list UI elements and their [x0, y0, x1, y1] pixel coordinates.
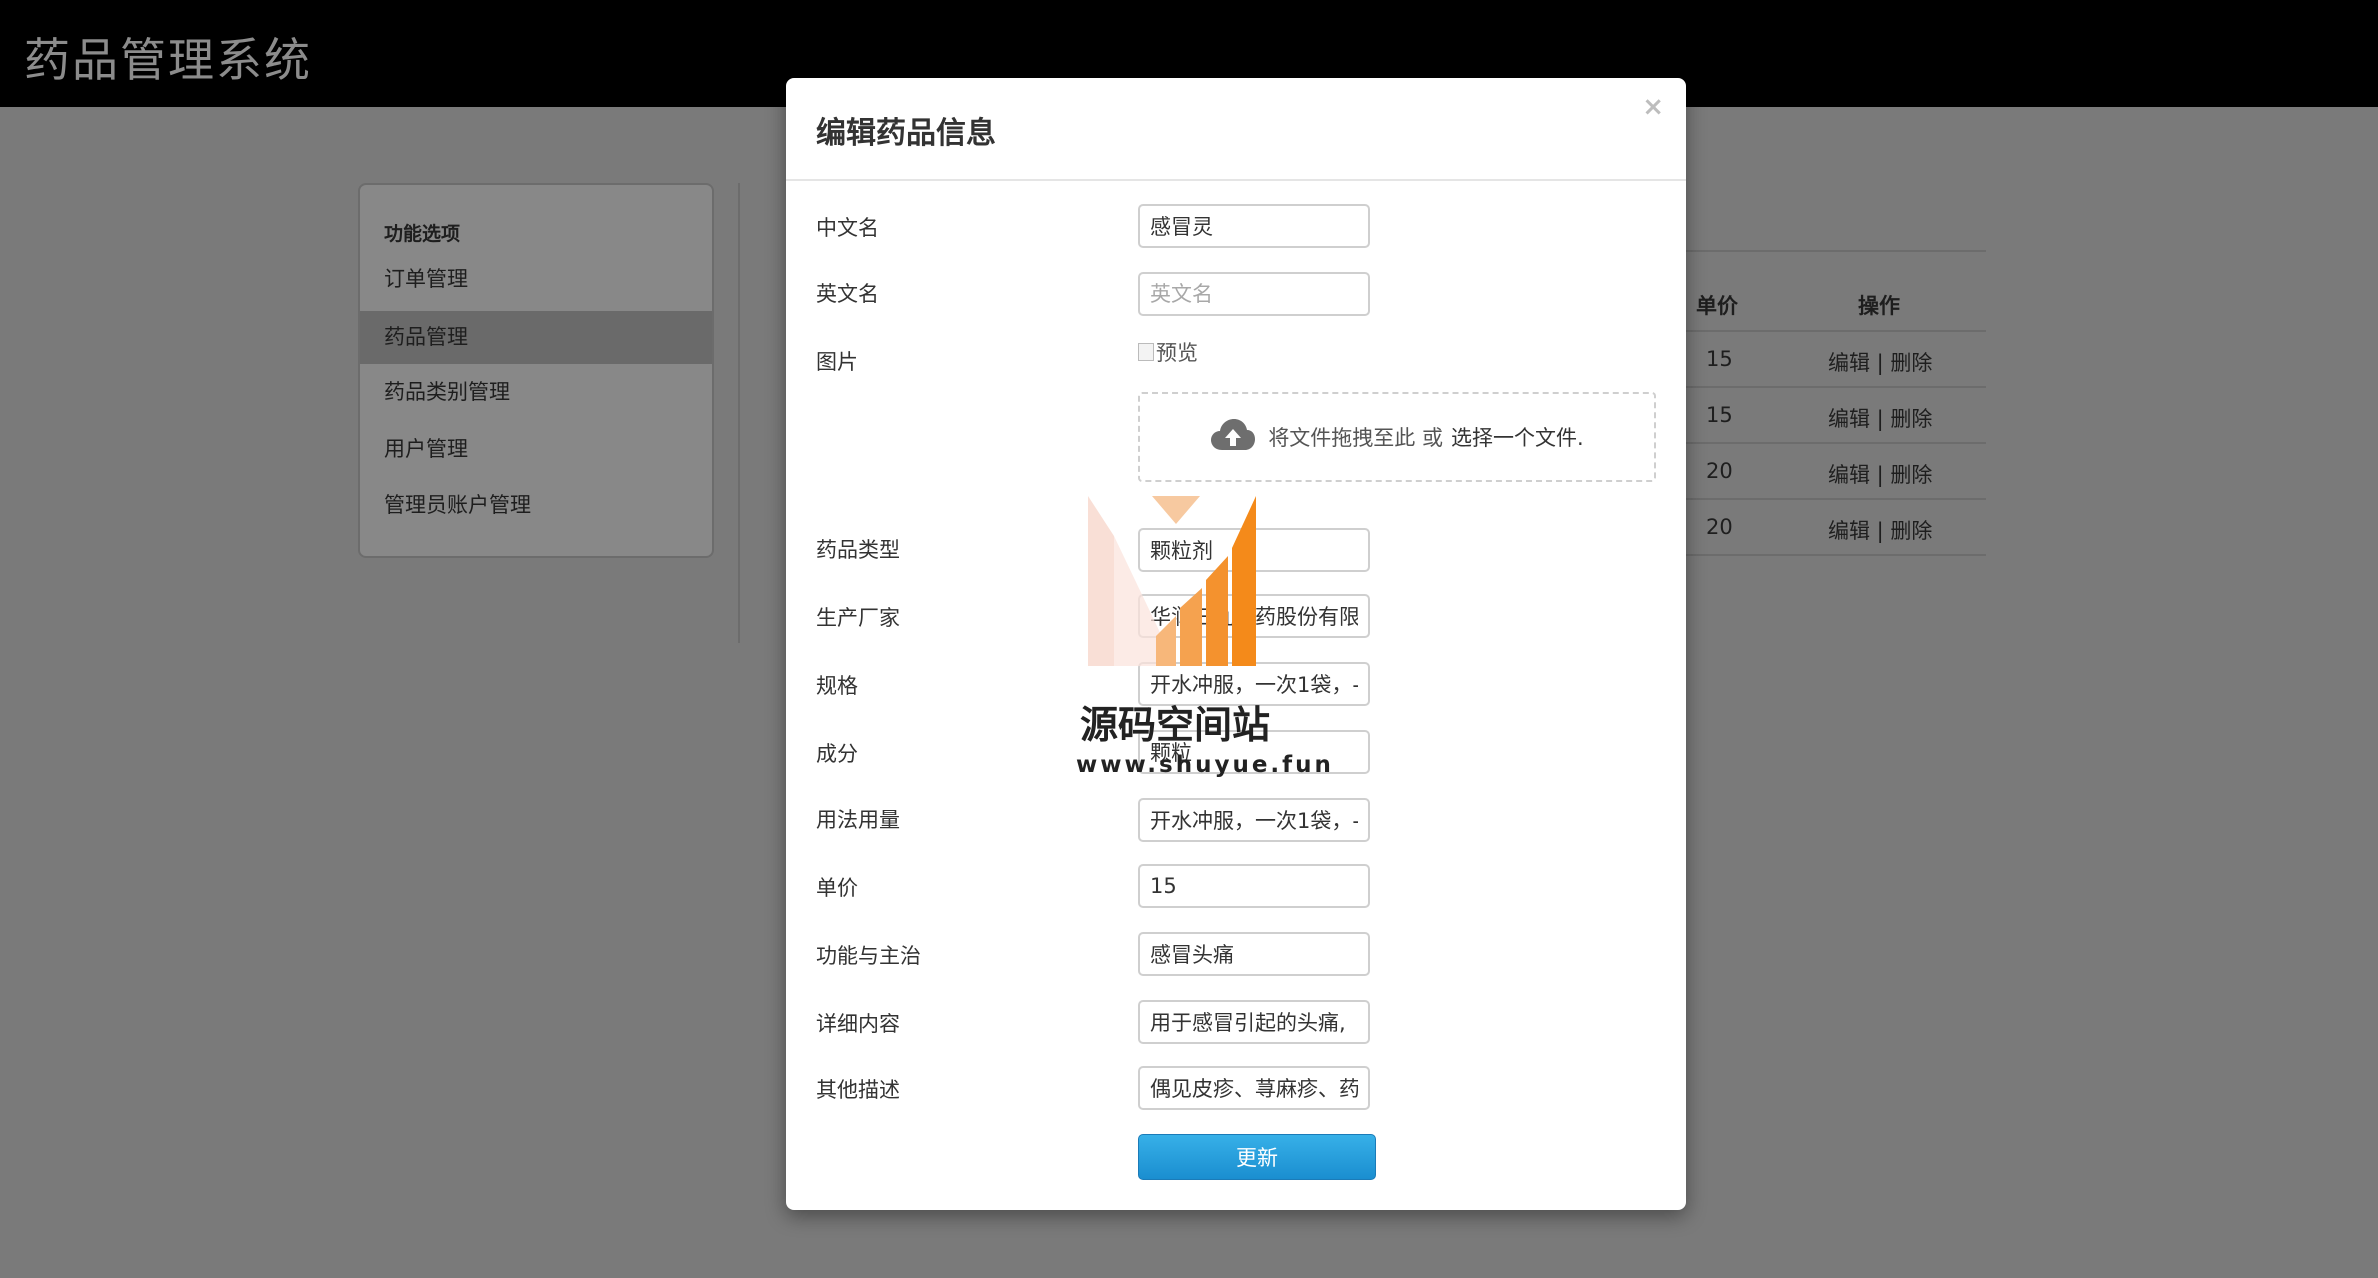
sidebar-item-drug-categories[interactable]: 药品类别管理 — [360, 366, 712, 419]
row-actions[interactable]: 编辑 | 删除 — [1828, 347, 1932, 377]
label-detail: 详细内容 — [816, 1012, 900, 1036]
choose-file-link[interactable]: 选择一个文件. — [1451, 422, 1584, 452]
sidebar-item-admin-accounts[interactable]: 管理员账户管理 — [360, 479, 712, 532]
label-cn-name: 中文名 — [816, 216, 879, 240]
modal-header: 编辑药品信息 × — [786, 78, 1686, 181]
image-preview-alt: 预览 — [1156, 341, 1198, 365]
table-header-price: 单价 — [1696, 294, 1738, 318]
other-input[interactable] — [1138, 1066, 1370, 1110]
detail-input[interactable] — [1138, 1000, 1370, 1044]
row-price: 20 — [1706, 515, 1733, 539]
close-icon[interactable]: × — [1642, 92, 1664, 122]
row-actions[interactable]: 编辑 | 删除 — [1828, 515, 1932, 545]
usage-input[interactable] — [1138, 798, 1370, 842]
label-maker: 生产厂家 — [816, 606, 900, 630]
table-row: 15 编辑 | 删除 — [1672, 386, 1986, 442]
label-price: 单价 — [816, 876, 858, 900]
app-title: 药品管理系统 — [24, 33, 312, 87]
watermark-name: 源码空间站 — [1080, 703, 1271, 747]
label-type: 药品类型 — [816, 538, 900, 562]
label-other: 其他描述 — [816, 1078, 900, 1102]
sidebar-item-users[interactable]: 用户管理 — [360, 423, 712, 476]
function-input[interactable] — [1138, 932, 1370, 976]
table-row: 20 编辑 | 删除 — [1672, 442, 1986, 498]
watermark-url: www.shuyue.fun — [1076, 752, 1334, 778]
en-name-input[interactable] — [1138, 272, 1370, 316]
image-preview: 预览 — [1138, 337, 1198, 367]
label-ingredients: 成分 — [816, 742, 858, 766]
table-top-border — [1672, 250, 1986, 252]
content-divider — [738, 183, 740, 643]
cn-name-input[interactable] — [1138, 204, 1370, 248]
label-function: 功能与主治 — [816, 944, 921, 968]
table-row: 20 编辑 | 删除 — [1672, 498, 1986, 554]
modal-title: 编辑药品信息 — [816, 116, 996, 151]
update-button[interactable]: 更新 — [1138, 1134, 1376, 1180]
price-input[interactable] — [1138, 864, 1370, 908]
sidebar-item-drugs[interactable]: 药品管理 — [360, 311, 712, 364]
table-row: 15 编辑 | 删除 — [1672, 330, 1986, 386]
broken-image-icon — [1138, 343, 1154, 361]
row-price: 15 — [1706, 347, 1733, 371]
table-bottom-border — [1672, 554, 1986, 556]
label-usage: 用法用量 — [816, 808, 900, 832]
row-actions[interactable]: 编辑 | 删除 — [1828, 403, 1932, 433]
sidebar-heading: 功能选项 — [384, 223, 461, 245]
table-header-ops: 操作 — [1858, 294, 1900, 318]
row-price: 20 — [1706, 459, 1733, 483]
sidebar: 功能选项 订单管理 药品管理 药品类别管理 用户管理 管理员账户管理 — [358, 183, 714, 558]
row-price: 15 — [1706, 403, 1733, 427]
label-image: 图片 — [816, 350, 858, 374]
label-en-name: 英文名 — [816, 282, 879, 306]
label-spec: 规格 — [816, 674, 858, 698]
sidebar-item-orders[interactable]: 订单管理 — [360, 253, 712, 306]
cloud-upload-icon — [1210, 418, 1256, 457]
row-actions[interactable]: 编辑 | 删除 — [1828, 459, 1932, 489]
dropzone-text: 将文件拖拽至此 或 — [1268, 426, 1443, 450]
file-dropzone[interactable]: 将文件拖拽至此 或 选择一个文件. — [1138, 392, 1656, 482]
